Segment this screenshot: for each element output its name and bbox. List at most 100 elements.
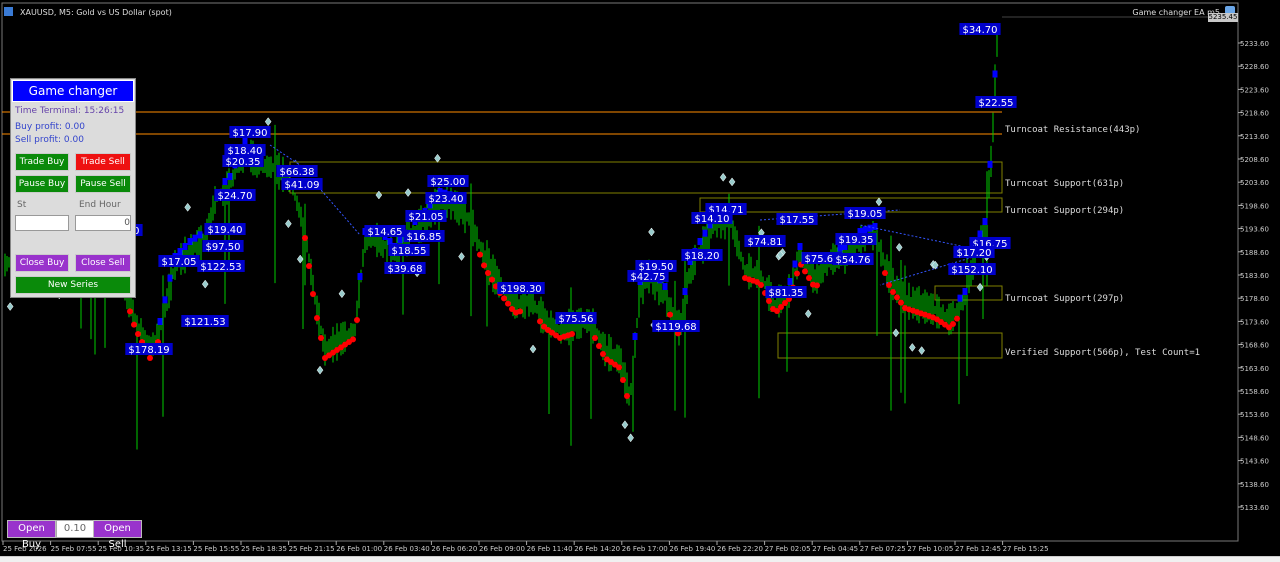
profit-label: $18.20 [685, 251, 720, 262]
profit-label: $16.85 [407, 232, 442, 243]
sell-order-marker [306, 263, 312, 269]
chart-title: XAUUSD, M5: Gold vs US Dollar (spot) [20, 8, 172, 17]
buy-order-marker [662, 283, 668, 290]
time-axis-label: 25 Feb 21:15 [289, 545, 335, 553]
buy-order-marker [982, 218, 988, 225]
trade-diamond-marker [909, 343, 916, 352]
price-axis-label: 5198.60 [1240, 202, 1269, 210]
price-axis-label: 5138.60 [1240, 481, 1269, 489]
sell-order-marker [620, 377, 626, 383]
sell-order-marker [314, 315, 320, 321]
profit-label: $41.09 [285, 180, 320, 191]
price-chart[interactable]: 5233.60 5228.60 5223.60 5218.60 5213.60 5208.… [0, 0, 1280, 561]
sell-order-marker [624, 393, 630, 399]
profit-label: $39.68 [388, 264, 423, 275]
trade-diamond-marker [918, 346, 925, 355]
sell-order-marker [616, 364, 622, 371]
buy-profit: Buy profit: 0.00 [15, 122, 85, 132]
time-axis-label: 25 Feb 15:55 [193, 545, 239, 553]
trade-diamond-marker [875, 197, 883, 207]
sell-order-marker [517, 308, 523, 315]
mt-chart-window: 5233.60 5228.60 5223.60 5218.60 5213.60 5208.… [0, 0, 1280, 562]
buy-order-marker [962, 288, 968, 295]
price-axis-label: 5168.60 [1240, 342, 1269, 350]
buy-order-marker [387, 238, 393, 245]
support-zone-box [289, 161, 1003, 194]
sell-order-marker [894, 294, 900, 301]
time-axis-label: 26 Feb 19:40 [669, 545, 715, 553]
profit-label: $20.35 [226, 157, 261, 168]
new-series-button[interactable]: New Series [15, 276, 131, 294]
pause-sell-button[interactable]: Pause Sell [75, 175, 131, 193]
sell-order-marker [806, 275, 812, 281]
sell-order-marker [350, 336, 356, 343]
price-axis-label: 5208.60 [1240, 156, 1269, 164]
ea-control-panel: Game changer Time Terminal: 15:26:15 Buy… [10, 78, 136, 298]
sell-order-marker [950, 321, 956, 327]
trade-diamond-marker [184, 202, 192, 212]
chart-border [1, 2, 1239, 542]
buy-order-marker [167, 274, 173, 282]
profit-label: $75.56 [559, 314, 594, 325]
time-axis-label: 27 Feb 15:25 [1003, 545, 1049, 553]
buy-order-marker [227, 173, 233, 180]
buy-order-marker [162, 296, 168, 304]
sell-order-marker [310, 291, 316, 297]
time-axis-label: 26 Feb 14:20 [574, 545, 620, 553]
open-sell-button[interactable]: Open Sell [93, 520, 142, 550]
ea-name: Game changer EA m5 [1132, 8, 1220, 17]
open-buy-button[interactable]: Open Buy [7, 520, 56, 550]
profit-label: $25.00 [431, 177, 466, 188]
profit-label: $74.81 [748, 237, 783, 248]
close-sell-button[interactable]: Close Sell [75, 254, 131, 272]
buy-order-marker [187, 238, 193, 245]
profit-label: $119.68 [655, 322, 696, 333]
price-axis-label: 5193.60 [1240, 226, 1269, 234]
buy-order-marker [357, 273, 363, 280]
trade-diamond-marker [458, 252, 465, 261]
price-axis-label: 5218.60 [1240, 110, 1269, 118]
profit-label: $198.30 [500, 284, 541, 295]
buy-order-marker [987, 160, 993, 168]
zone-label: Turncoat Support(297p) [1005, 294, 1124, 304]
time-axis-label: 26 Feb 11:40 [527, 545, 573, 553]
end-hour-input[interactable]: 0 [75, 215, 131, 231]
time-axis-label: 26 Feb 06:20 [431, 545, 477, 553]
buy-order-marker [192, 234, 198, 242]
price-axis-label: 5188.60 [1240, 249, 1269, 257]
trade-diamond-marker [434, 153, 441, 163]
price-axis-label: 5178.60 [1240, 295, 1269, 303]
close-buy-button[interactable]: Close Buy [15, 254, 69, 272]
price-axis-label: 5213.60 [1240, 133, 1269, 141]
profit-label: $34.70 [963, 25, 998, 36]
support-zone-box [777, 332, 1003, 359]
sell-order-marker [505, 300, 511, 307]
pause-buy-button[interactable]: Pause Buy [15, 175, 69, 193]
buy-order-marker [242, 138, 248, 145]
price-axis-label: 5173.60 [1240, 318, 1269, 326]
zone-label: Verified Support(566p), Test Count=1 [1005, 348, 1200, 358]
horizontal-scrollbar[interactable] [0, 556, 1280, 562]
sell-order-marker [600, 351, 606, 357]
price-axis-label: 5183.60 [1240, 272, 1269, 280]
sell-order-marker [537, 318, 543, 325]
profit-label: $19.50 [639, 262, 674, 273]
time-axis-label: 27 Feb 04:45 [812, 545, 858, 553]
time-axis-label: 25 Feb 07:55 [51, 545, 97, 553]
trade-diamond-marker [529, 344, 537, 354]
profit-label: $178.19 [128, 345, 169, 356]
trade-buy-button[interactable]: Trade Buy [15, 153, 69, 171]
trade-diamond-marker [338, 289, 346, 299]
profit-label: $97.50 [206, 242, 241, 253]
buy-order-marker [157, 318, 163, 325]
lot-size-input[interactable]: 0.10 [56, 520, 94, 538]
trade-diamond-marker [648, 227, 655, 237]
time-axis-label: 26 Feb 17:00 [622, 545, 668, 553]
sell-order-marker [318, 335, 324, 341]
trade-diamond-marker [375, 190, 383, 200]
sell-order-marker [481, 262, 487, 269]
sell-order-marker [802, 268, 808, 275]
start-hour-input[interactable] [15, 215, 69, 231]
trade-sell-button[interactable]: Trade Sell [75, 153, 131, 171]
trade-diamond-marker [804, 309, 812, 319]
